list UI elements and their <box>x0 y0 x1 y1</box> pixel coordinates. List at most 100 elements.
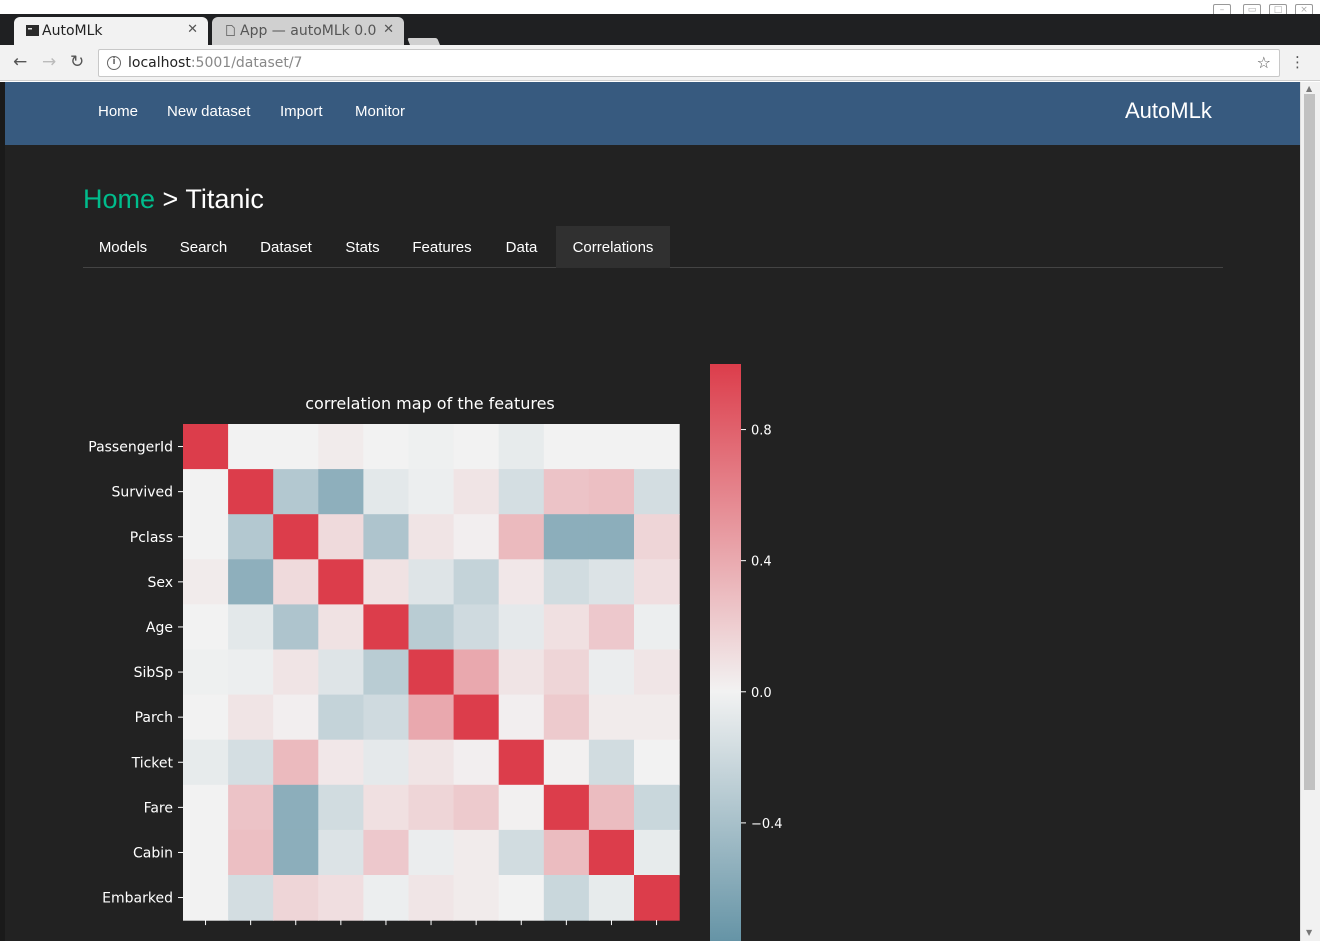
heatmap-cell <box>588 784 635 831</box>
heatmap-cell <box>588 559 635 605</box>
heatmap-cell <box>318 739 364 786</box>
heatmap-cell <box>363 649 410 696</box>
heatmap-cell <box>318 604 364 651</box>
breadcrumb: Home > Titanic <box>83 184 264 215</box>
heatmap-cell <box>498 649 545 696</box>
heatmap-cell <box>363 559 410 605</box>
nav-link-import[interactable]: Import <box>280 103 323 120</box>
heatmap-cell <box>634 514 680 560</box>
heatmap-cell <box>228 829 274 876</box>
heatmap-cell <box>183 829 229 876</box>
tab-features[interactable]: Features <box>397 226 487 268</box>
heatmap-cell <box>543 694 590 741</box>
colorbar-tick-label: 0.0 <box>751 686 772 701</box>
heatmap-cell <box>363 784 410 831</box>
heatmap-cell <box>363 875 410 921</box>
document-icon <box>226 25 235 36</box>
row-label: Ticket <box>131 755 174 771</box>
tab-models[interactable]: Models <box>83 226 163 268</box>
heatmap-cell <box>408 875 455 921</box>
top-navbar: Home New dataset Import Monitor AutoMLk <box>5 82 1300 145</box>
address-bar[interactable]: i localhost:5001/dataset/7 ☆ <box>98 49 1280 77</box>
breadcrumb-current: Titanic <box>185 184 264 214</box>
heatmap-cell <box>498 694 545 741</box>
tab-correlations[interactable]: Correlations <box>556 226 670 268</box>
heatmap-cell <box>634 829 680 876</box>
heatmap-cell <box>498 424 545 470</box>
heatmap-cell <box>634 694 680 741</box>
heatmap-cell <box>543 875 590 921</box>
heatmap-cell <box>363 514 410 560</box>
heatmap-cell <box>453 649 500 696</box>
heatmap-cell <box>543 829 590 876</box>
heatmap-cell <box>273 829 319 876</box>
scroll-up-icon[interactable]: ▲ <box>1306 84 1312 93</box>
heatmap-cell <box>273 469 319 515</box>
heatmap-cell <box>408 469 455 515</box>
colorbar-ticks: 0.80.40.0−0.4−0.8 <box>741 424 783 832</box>
brand-logo[interactable]: AutoMLk <box>1125 98 1212 124</box>
heatmap-cell <box>273 875 319 921</box>
heatmap-cell <box>498 875 545 921</box>
back-arrow-icon[interactable]: ← <box>13 52 27 72</box>
forward-arrow-icon[interactable]: → <box>42 52 56 72</box>
tab-data[interactable]: Data <box>487 226 556 268</box>
heatmap-cell <box>228 694 274 741</box>
reload-icon[interactable]: ↻ <box>70 52 84 72</box>
heatmap-cell <box>273 739 319 786</box>
colorbar-tick-label: 0.8 <box>751 424 772 439</box>
heatmap-cell <box>453 875 500 921</box>
browser-tab-automlk[interactable]: AutoMLk ✕ <box>14 17 208 45</box>
heatmap-cell <box>363 739 410 786</box>
browser-tab-app[interactable]: App — autoMLk 0.0 ✕ <box>212 17 404 45</box>
heatmap-cell <box>453 559 500 605</box>
browser-tab-title: App — autoMLk 0.0 <box>240 23 377 39</box>
nav-link-home[interactable]: Home <box>98 103 138 120</box>
close-icon[interactable]: ✕ <box>187 22 198 37</box>
heatmap-cell <box>273 559 319 605</box>
row-label: Sex <box>147 575 173 591</box>
tab-search[interactable]: Search <box>163 226 244 268</box>
row-label: Cabin <box>133 845 173 861</box>
heatmap-cell <box>183 559 229 605</box>
heatmap-cell <box>228 559 274 605</box>
heatmap-cell <box>634 875 680 921</box>
heatmap-cell <box>273 514 319 560</box>
bookmark-star-icon[interactable]: ☆ <box>1257 53 1271 72</box>
heatmap-cell <box>498 559 545 605</box>
heatmap-row-labels: PassengerId Survived Pclass Sex Age SibSp Parc… <box>88 440 183 907</box>
page-content: Home New dataset Import Monitor AutoMLk … <box>5 82 1300 941</box>
close-icon[interactable]: ✕ <box>383 22 394 37</box>
heatmap-cell <box>183 424 229 470</box>
heatmap-cell <box>453 514 500 560</box>
heatmap-cell <box>363 604 410 651</box>
heatmap-cell <box>543 739 590 786</box>
heatmap-cell <box>588 829 635 876</box>
heatmap-cell <box>634 649 680 696</box>
address-host: localhost <box>128 55 191 71</box>
heatmap-cell <box>408 739 455 786</box>
page-scrollbar[interactable]: ▲ ▼ <box>1300 82 1320 941</box>
row-label: Survived <box>112 485 173 501</box>
scroll-down-icon[interactable]: ▼ <box>1306 928 1312 937</box>
info-icon[interactable]: i <box>107 56 121 70</box>
heatmap-cell <box>318 424 364 470</box>
terminal-icon <box>26 25 39 36</box>
heatmap-cell <box>273 604 319 651</box>
heatmap-cell <box>183 604 229 651</box>
nav-link-monitor[interactable]: Monitor <box>355 103 405 120</box>
heatmap-cell <box>543 649 590 696</box>
browser-menu-icon[interactable]: ⋮ <box>1290 53 1305 71</box>
heatmap-cell <box>588 469 635 515</box>
scrollbar-thumb[interactable] <box>1304 94 1315 790</box>
heatmap-cell <box>318 559 364 605</box>
chart-title: correlation map of the features <box>305 394 555 413</box>
nav-link-new-dataset[interactable]: New dataset <box>167 103 250 120</box>
tab-dataset[interactable]: Dataset <box>244 226 328 268</box>
heatmap-cell <box>634 604 680 651</box>
breadcrumb-home-link[interactable]: Home <box>83 184 155 214</box>
heatmap-cell <box>498 469 545 515</box>
heatmap-cell <box>498 784 545 831</box>
tab-stats[interactable]: Stats <box>328 226 397 268</box>
heatmap-column-ticks <box>205 920 658 926</box>
